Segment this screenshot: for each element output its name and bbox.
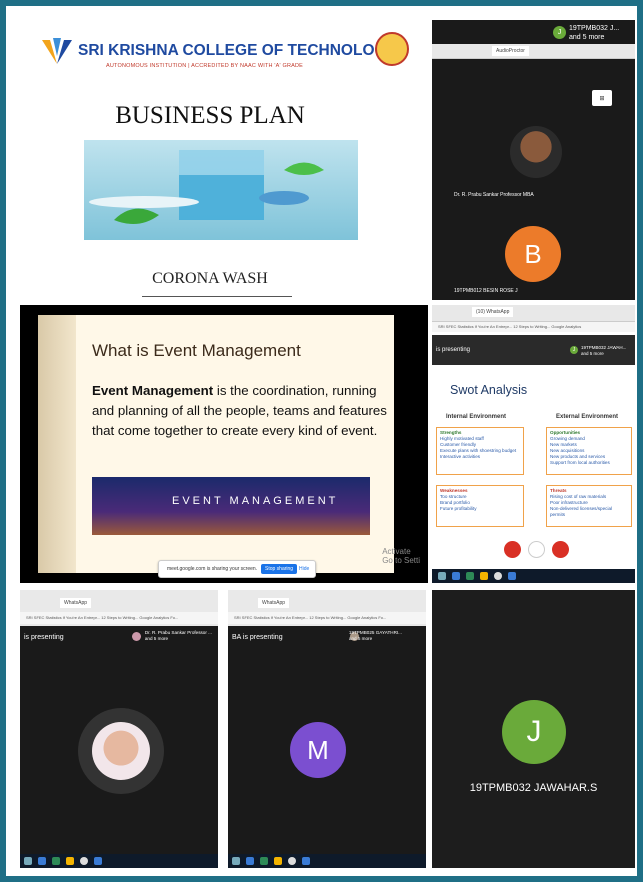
slide-body: Event Management is the coordination, ru… (92, 381, 392, 441)
app-icon[interactable] (94, 857, 102, 865)
stop-sharing-button[interactable]: Stop sharing (261, 564, 298, 574)
app-icon[interactable] (302, 857, 310, 865)
excel-icon[interactable] (466, 572, 474, 580)
weaknesses-box: Weaknesses Too structure Brand portfolio… (436, 485, 524, 527)
product-image (84, 140, 358, 240)
threats-box: Threats Rising cost of raw materials Poo… (546, 485, 632, 527)
meet-tile-j: J 19TPMB032 JAWAHAR.S (432, 590, 635, 868)
swot-title: Swot Analysis (450, 383, 528, 397)
layout-icon[interactable]: ⊞ (592, 90, 612, 106)
event-management-slide: What is Event Management Event Managemen… (20, 305, 428, 583)
internal-heading: Internal Environment (446, 414, 507, 420)
header-more: and 5 more (144, 636, 169, 641)
presenter-name: Dr. R. Prabu Sankar Professor MBA (454, 192, 534, 198)
browser-tab-bar: (10) WhatsApp (432, 305, 635, 322)
presenter-photo (510, 126, 562, 178)
slide-subtitle: CORONA WASH (152, 270, 268, 287)
college-logo-icon (42, 38, 72, 64)
list-item: Non-delivered licenses/special permits (550, 506, 613, 517)
list-item: Support from local authorities (550, 460, 610, 465)
slide-side-decoration (38, 315, 76, 573)
presenting-label: BA is presenting (232, 634, 283, 641)
excel-icon[interactable] (52, 857, 60, 865)
bookmarks-bar: SRI SFEC Statistics If You're An Entrepr… (228, 612, 426, 624)
header-info: 19TPMB025 GAYATHRI... and 5 more (349, 630, 402, 642)
slide-canvas: What is Event Management Event Managemen… (38, 315, 394, 578)
participant-avatar-m: M (290, 722, 346, 778)
browser-tab[interactable]: (10) WhatsApp (472, 307, 514, 317)
chrome-icon[interactable] (274, 857, 282, 865)
bookmarks-bar: SRI SFEC Statistics If You're An Entrepr… (20, 612, 218, 624)
meet-window-m-tile: WhatsApp SRI SFEC Statistics If You're A… (228, 590, 426, 868)
participant-photo (92, 722, 150, 780)
app-icon[interactable] (288, 857, 296, 865)
list-item: Future profitability (440, 506, 477, 511)
browser-icon[interactable] (452, 572, 460, 580)
search-icon[interactable] (24, 857, 32, 865)
header-more: and 5 more (581, 351, 604, 356)
camera-off-icon[interactable] (552, 541, 569, 558)
college-seal-icon (375, 32, 409, 66)
browser-tab[interactable]: WhatsApp (258, 598, 290, 608)
search-icon[interactable] (438, 572, 446, 580)
header-participant-name: 19TPMB032 J... (569, 25, 620, 32)
app-icon[interactable] (494, 572, 502, 580)
divider (142, 296, 292, 297)
browser-tab-bar: AudioProctor (432, 44, 635, 59)
share-text: meet.google.com is sharing your screen. (167, 566, 258, 572)
header-more: and 5 more (348, 636, 373, 641)
header-avatar: J (570, 346, 578, 354)
event-image-text: EVENT MANAGEMENT (172, 495, 339, 507)
bookmarks-bar: SRI SFEC Statistics If You're An Entrepr… (432, 322, 635, 332)
taskbar (20, 854, 218, 868)
chrome-icon[interactable] (480, 572, 488, 580)
presenting-label: is presenting (24, 634, 64, 641)
participant-avatar-j: J (502, 700, 566, 764)
mouthwash-glass-icon (89, 150, 324, 224)
app-icon[interactable] (508, 572, 516, 580)
participant-avatar-b: B (505, 226, 561, 282)
browser-icon[interactable] (246, 857, 254, 865)
slide-title: What is Event Management (92, 341, 301, 360)
activate-text: Activate (382, 547, 411, 556)
taskbar (432, 569, 635, 583)
meet-header: is presenting J 19TPMB032 JAWAH... and 5… (432, 335, 635, 365)
list-item: Interactive activities (440, 454, 481, 459)
header-more: and 5 more (569, 34, 605, 41)
hide-button[interactable]: Hide (295, 564, 313, 574)
presenting-label: is presenting (436, 347, 471, 353)
excel-icon[interactable] (260, 857, 268, 865)
college-name: SRI KRISHNA COLLEGE OF TECHNOLOGY (78, 42, 397, 59)
participant-name: 19TPMB032 JAWAHAR.S (469, 782, 598, 794)
event-image: EVENT MANAGEMENT (92, 477, 370, 535)
meet-header: J 19TPMB032 J... and 5 more (432, 20, 635, 44)
app-icon[interactable] (80, 857, 88, 865)
header-info: Dr. R. Prabu Sankar Professor ... and 5 … (145, 630, 212, 642)
mic-off-icon[interactable] (504, 541, 521, 558)
opportunities-box: Opportunities Growing demand New markets… (546, 427, 632, 475)
meet-window-presenter: J 19TPMB032 J... and 5 more AudioProctor… (432, 20, 635, 300)
meet-window-photo-tile: WhatsApp SRI SFEC Statistics If You're A… (20, 590, 218, 868)
swot-window: (10) WhatsApp SRI SFEC Statistics If You… (432, 305, 635, 583)
business-plan-slide: SRI KRISHNA COLLEGE OF TECHNOLOGY AUTONO… (20, 20, 415, 300)
slide-body-bold: Event Management (92, 383, 214, 398)
header-avatar: J (553, 26, 566, 39)
screen-share-bar: meet.google.com is sharing your screen. … (158, 560, 316, 578)
end-call-icon[interactable] (528, 541, 545, 558)
taskbar (228, 854, 426, 868)
chrome-icon[interactable] (66, 857, 74, 865)
strengths-box: Strengths Highly motivated staff Custome… (436, 427, 524, 475)
slide-title: BUSINESS PLAN (115, 102, 305, 129)
activate-subtext: Go to Setti (382, 556, 420, 565)
participant-name: 19TPMB012 BESIN ROSE J (454, 288, 518, 294)
external-heading: External Environment (556, 414, 619, 420)
browser-tab[interactable]: AudioProctor (492, 46, 529, 56)
browser-tab[interactable]: WhatsApp (60, 598, 92, 608)
activate-windows-watermark: Activate Go to Setti (382, 547, 420, 565)
search-icon[interactable] (232, 857, 240, 865)
browser-icon[interactable] (38, 857, 46, 865)
header-avatar (132, 632, 141, 641)
college-subtitle: AUTONOMOUS INSTITUTION | ACCREDITED BY N… (106, 63, 304, 69)
